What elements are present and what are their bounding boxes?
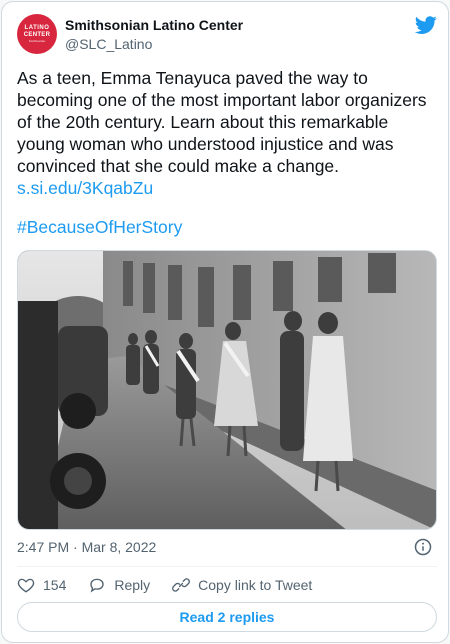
twitter-bird-icon[interactable] [415, 14, 437, 36]
avatar[interactable]: LATINO CENTER Smithsonian [17, 14, 57, 54]
hashtag-link[interactable]: #BecauseOfHerStory [17, 217, 182, 238]
heart-icon [17, 578, 35, 593]
reply-icon [90, 578, 105, 593]
reply-label: Reply [114, 577, 151, 593]
read-replies-button[interactable]: Read 2 replies [17, 602, 437, 632]
avatar-text-line2: CENTER [23, 32, 51, 38]
account-handle[interactable]: @SLC_Latino [65, 36, 152, 52]
tweet-card: LATINO CENTER Smithsonian Smithsonian La… [1, 1, 449, 643]
tweet-text: As a teen, Emma Tenayuca paved the way t… [17, 68, 432, 176]
avatar-text-line1: LATINO [24, 25, 50, 31]
like-button[interactable]: 154 [17, 576, 66, 594]
divider [17, 566, 437, 567]
like-count: 154 [43, 577, 67, 593]
historical-photo-illustration [18, 251, 436, 529]
tweet-actions: 154 Reply Copy link to Tweet [17, 574, 334, 596]
account-name[interactable]: Smithsonian Latino Center [65, 17, 243, 33]
tweet-body: As a teen, Emma Tenayuca paved the way t… [17, 67, 437, 199]
tweet-timestamp[interactable]: 2:47 PM · Mar 8, 2022 [17, 539, 156, 555]
copy-link-label: Copy link to Tweet [198, 577, 313, 593]
avatar-text-line3: Smithsonian [28, 39, 46, 43]
copy-link-button[interactable]: Copy link to Tweet [172, 576, 312, 594]
reply-button[interactable]: Reply [88, 576, 150, 594]
info-icon[interactable] [414, 538, 432, 556]
tweet-photo[interactable] [17, 250, 437, 530]
tweet-header: LATINO CENTER Smithsonian Smithsonian La… [17, 14, 437, 58]
tweet-link[interactable]: s.si.edu/3KqabZu [17, 178, 153, 198]
link-icon [172, 578, 191, 592]
